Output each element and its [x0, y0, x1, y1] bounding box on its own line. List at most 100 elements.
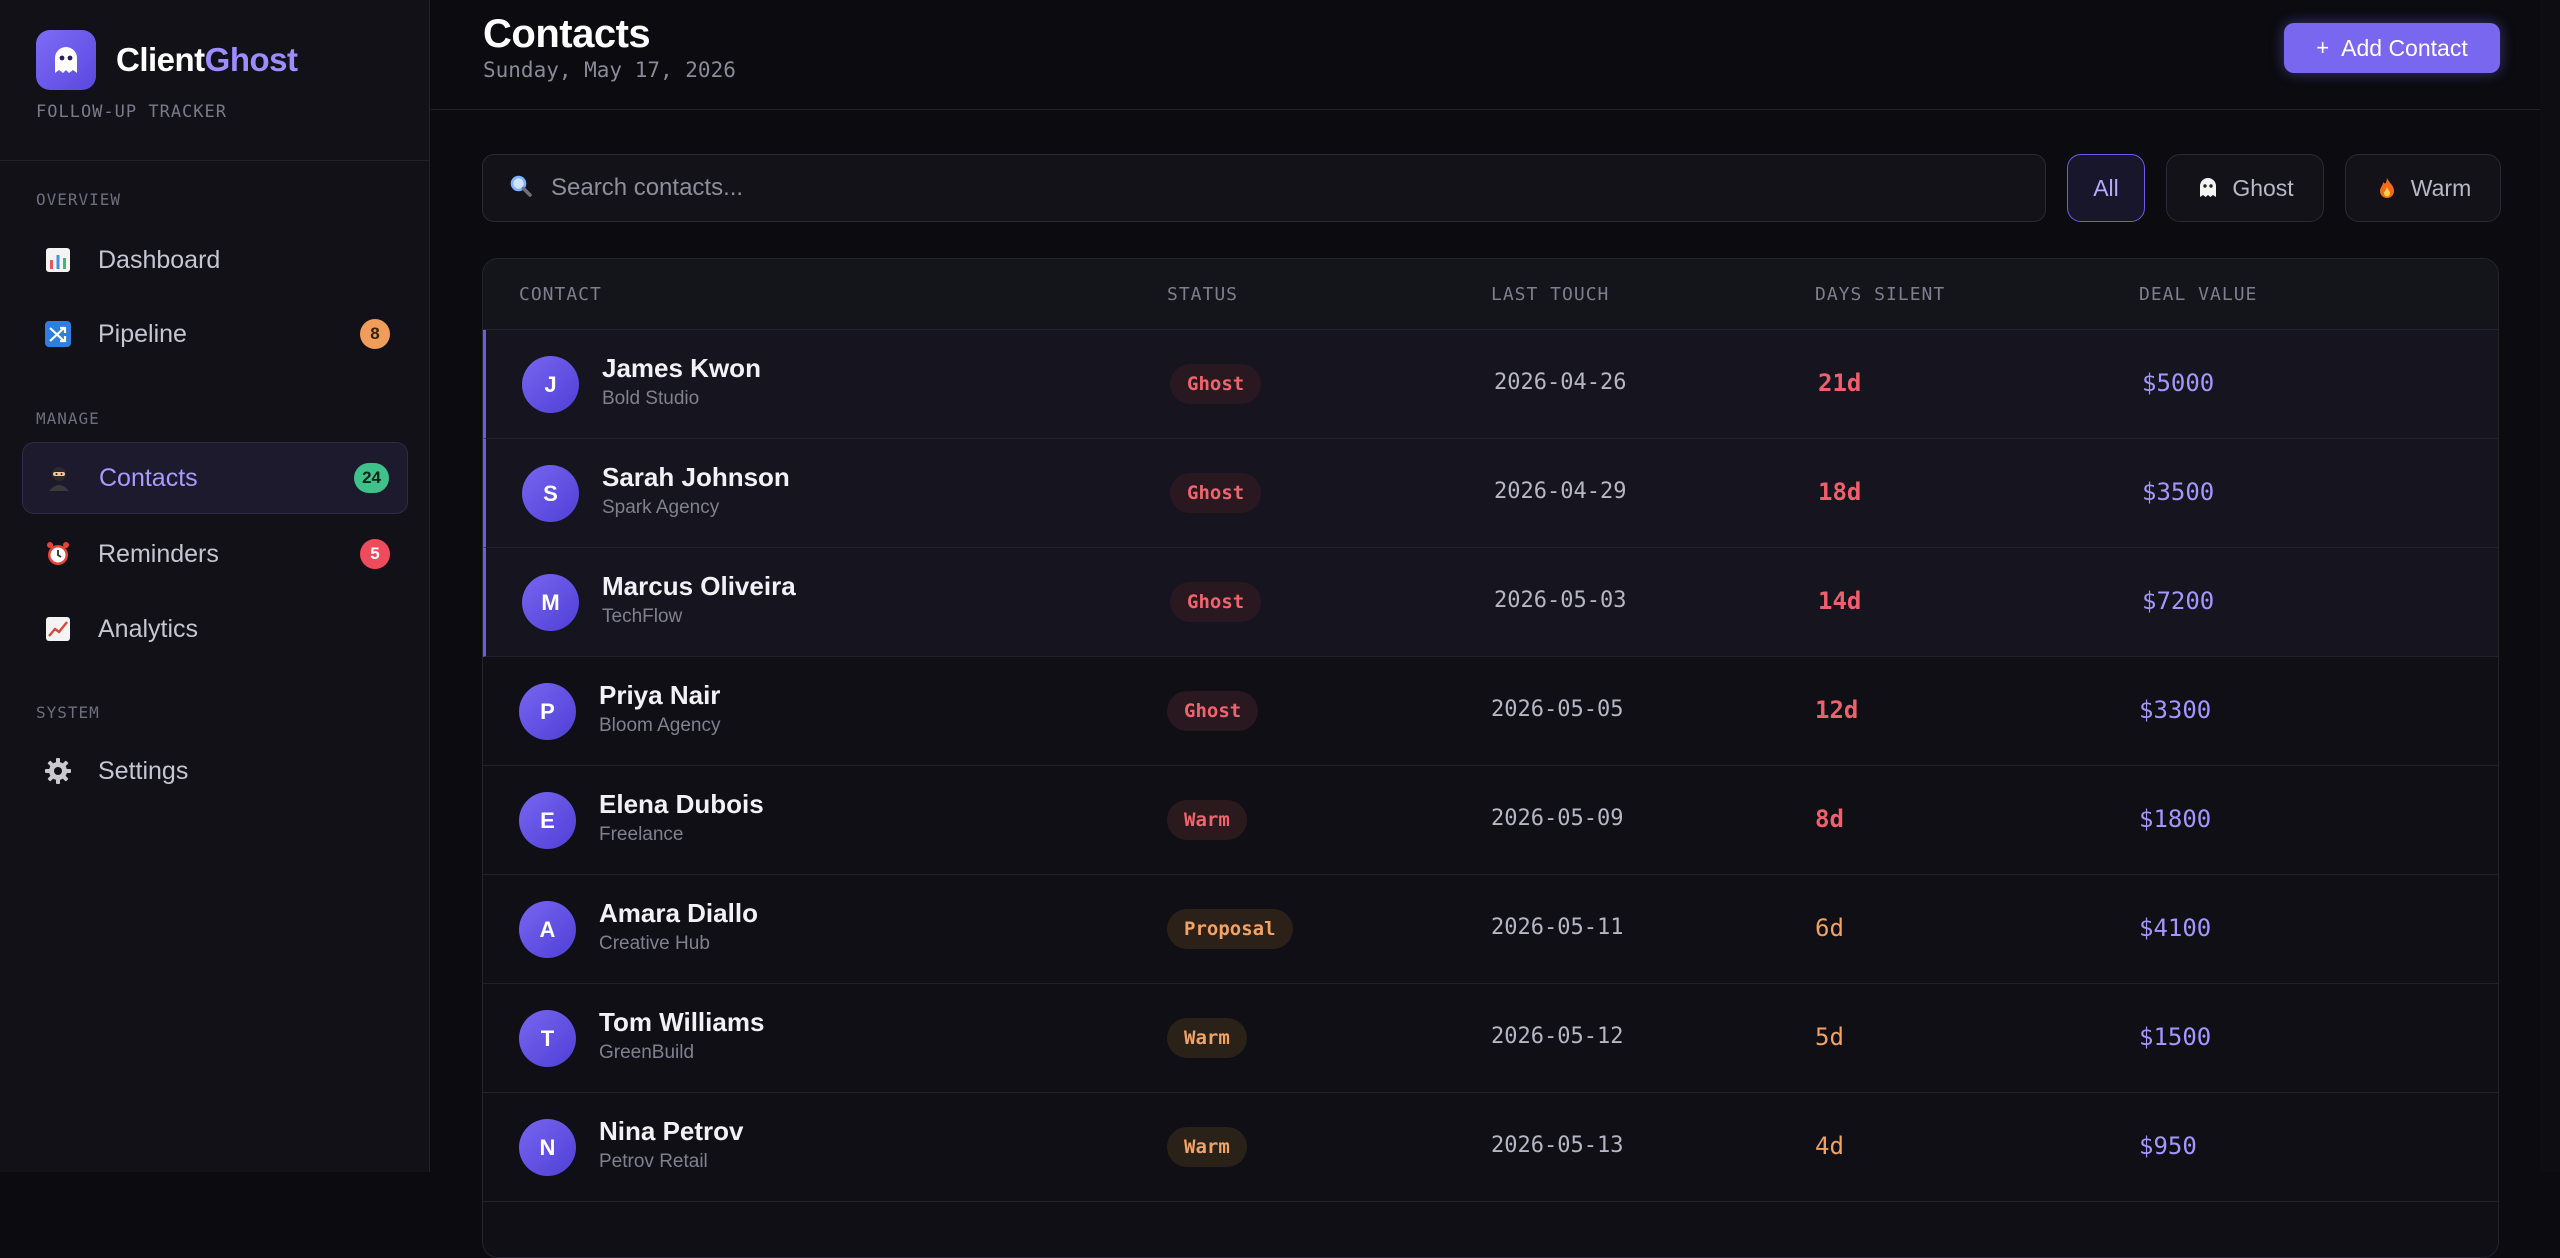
table-row[interactable]: S Sarah Johnson Spark Agency Ghost 2026-…	[483, 439, 2498, 548]
avatar: S	[522, 465, 579, 522]
section-label-overview: OVERVIEW	[36, 190, 122, 209]
sidebar: ClientGhost FOLLOW-UP TRACKER OVERVIEW D…	[0, 0, 430, 1172]
days-silent: 18d	[1818, 478, 1862, 506]
filter-ghost[interactable]: Ghost	[2166, 154, 2324, 222]
section-label-system: SYSTEM	[36, 703, 100, 722]
status-badge: Warm	[1167, 1127, 1247, 1167]
contact-name: Amara Diallo	[599, 898, 758, 928]
column-header-deal-value[interactable]: DEAL VALUE	[2139, 284, 2257, 305]
last-touch: 2026-05-12	[1491, 1024, 1624, 1049]
table-row[interactable]: T Tom Williams GreenBuild Warm 2026-05-1…	[483, 984, 2498, 1093]
days-silent: 8d	[1815, 805, 1844, 833]
filter-label: Warm	[2410, 174, 2472, 201]
plus-icon: +	[2316, 35, 2330, 60]
brand-tagline: FOLLOW-UP TRACKER	[36, 102, 227, 122]
contact-name: James Kwon	[602, 353, 761, 383]
table-row[interactable]: M Marcus Oliveira TechFlow Ghost 2026-05…	[483, 548, 2498, 657]
contacts-count-badge: 24	[354, 463, 389, 493]
contact-name: Nina Petrov	[599, 1116, 744, 1146]
page-title: Contacts	[483, 12, 651, 56]
current-date: Sunday, May 17, 2026	[483, 58, 736, 82]
sidebar-item-contacts[interactable]: Contacts 24	[22, 442, 408, 514]
scrollbar[interactable]	[2540, 0, 2560, 1172]
bar-chart-icon	[42, 244, 74, 276]
sidebar-item-settings[interactable]: Settings	[22, 735, 408, 807]
days-silent: 21d	[1818, 369, 1862, 397]
search-input[interactable]: Search contacts...	[482, 154, 2046, 222]
contact-company: Bloom Agency	[599, 715, 721, 736]
filter-all[interactable]: All	[2067, 154, 2145, 222]
section-label-manage: MANAGE	[36, 409, 100, 428]
last-touch: 2026-05-11	[1491, 915, 1624, 940]
status-badge: Proposal	[1167, 909, 1293, 949]
status-badge: Ghost	[1170, 364, 1262, 404]
avatar: M	[522, 574, 579, 631]
table-row[interactable]: A Amara Diallo Creative Hub Proposal 202…	[483, 875, 2498, 984]
sidebar-item-label: Contacts	[99, 463, 198, 492]
deal-value: $950	[2139, 1132, 2197, 1160]
sidebar-item-pipeline[interactable]: Pipeline 8	[22, 298, 408, 370]
column-header-last-touch[interactable]: LAST TOUCH	[1491, 284, 1609, 305]
table-row[interactable]: N Nina Petrov Petrov Retail Warm 2026-05…	[483, 1093, 2498, 1202]
deal-value: $3500	[2142, 478, 2215, 506]
shuffle-icon	[42, 318, 74, 350]
avatar: P	[519, 683, 576, 740]
ghost-icon	[2196, 176, 2220, 200]
deal-value: $7200	[2142, 587, 2215, 615]
search-icon	[509, 174, 533, 203]
deal-value: $5000	[2142, 369, 2215, 397]
contact-company: Freelance	[599, 824, 684, 845]
days-silent: 14d	[1818, 587, 1862, 615]
status-badge: Warm	[1167, 1018, 1247, 1058]
avatar: T	[519, 1010, 576, 1067]
table-row[interactable]: E Elena Dubois Freelance Warm 2026-05-09…	[483, 766, 2498, 875]
status-badge: Ghost	[1167, 691, 1259, 731]
column-header-status[interactable]: STATUS	[1167, 284, 1238, 305]
status-badge: Ghost	[1170, 473, 1262, 513]
last-touch: 2026-05-05	[1491, 697, 1624, 722]
sidebar-divider	[0, 160, 430, 161]
sidebar-item-reminders[interactable]: Reminders 5	[22, 518, 408, 590]
column-header-contact[interactable]: CONTACT	[519, 284, 602, 305]
contact-company: Spark Agency	[602, 497, 720, 518]
deal-value: $1500	[2139, 1023, 2212, 1051]
add-contact-label: Add Contact	[2341, 34, 2468, 61]
brand[interactable]: ClientGhost	[36, 30, 298, 90]
contact-name: Sarah Johnson	[602, 462, 790, 492]
sidebar-item-dashboard[interactable]: Dashboard	[22, 224, 408, 296]
sidebar-item-analytics[interactable]: Analytics	[22, 593, 408, 665]
contacts-table: CONTACT STATUS LAST TOUCH DAYS SILENT DE…	[482, 258, 2499, 1258]
add-contact-button[interactable]: + Add Contact	[2284, 23, 2500, 73]
contact-company: GreenBuild	[599, 1042, 695, 1063]
gear-icon	[42, 755, 74, 787]
sidebar-item-label: Pipeline	[98, 319, 187, 348]
avatar: A	[519, 901, 576, 958]
filter-label: All	[2093, 174, 2119, 201]
filter-warm[interactable]: Warm	[2345, 154, 2501, 222]
column-header-days-silent[interactable]: DAYS SILENT	[1815, 284, 1945, 305]
contact-name: Marcus Oliveira	[602, 571, 796, 601]
filter-label: Ghost	[2232, 174, 2294, 201]
contact-company: Bold Studio	[602, 388, 700, 409]
avatar: N	[519, 1119, 576, 1176]
avatar: E	[519, 792, 576, 849]
deal-value: $1800	[2139, 805, 2212, 833]
brand-name-part2: Ghost	[204, 41, 298, 78]
contact-company: Petrov Retail	[599, 1151, 708, 1172]
last-touch: 2026-05-09	[1491, 806, 1624, 831]
days-silent: 6d	[1815, 914, 1844, 942]
days-silent: 4d	[1815, 1132, 1844, 1160]
page-header: Contacts Sunday, May 17, 2026 + Add Cont…	[431, 0, 2560, 110]
status-badge: Ghost	[1170, 582, 1262, 622]
status-badge: Warm	[1167, 800, 1247, 840]
table-row[interactable]: J James Kwon Bold Studio Ghost 2026-04-2…	[483, 330, 2498, 439]
table-header: CONTACT STATUS LAST TOUCH DAYS SILENT DE…	[483, 259, 2498, 330]
contact-company: TechFlow	[602, 606, 683, 627]
last-touch: 2026-04-26	[1494, 370, 1627, 395]
last-touch: 2026-05-13	[1491, 1133, 1624, 1158]
table-row[interactable]: P Priya Nair Bloom Agency Ghost 2026-05-…	[483, 657, 2498, 766]
contact-name: Priya Nair	[599, 680, 721, 710]
ninja-icon	[43, 462, 75, 494]
pipeline-count-badge: 8	[360, 319, 390, 349]
deal-value: $3300	[2139, 696, 2212, 724]
